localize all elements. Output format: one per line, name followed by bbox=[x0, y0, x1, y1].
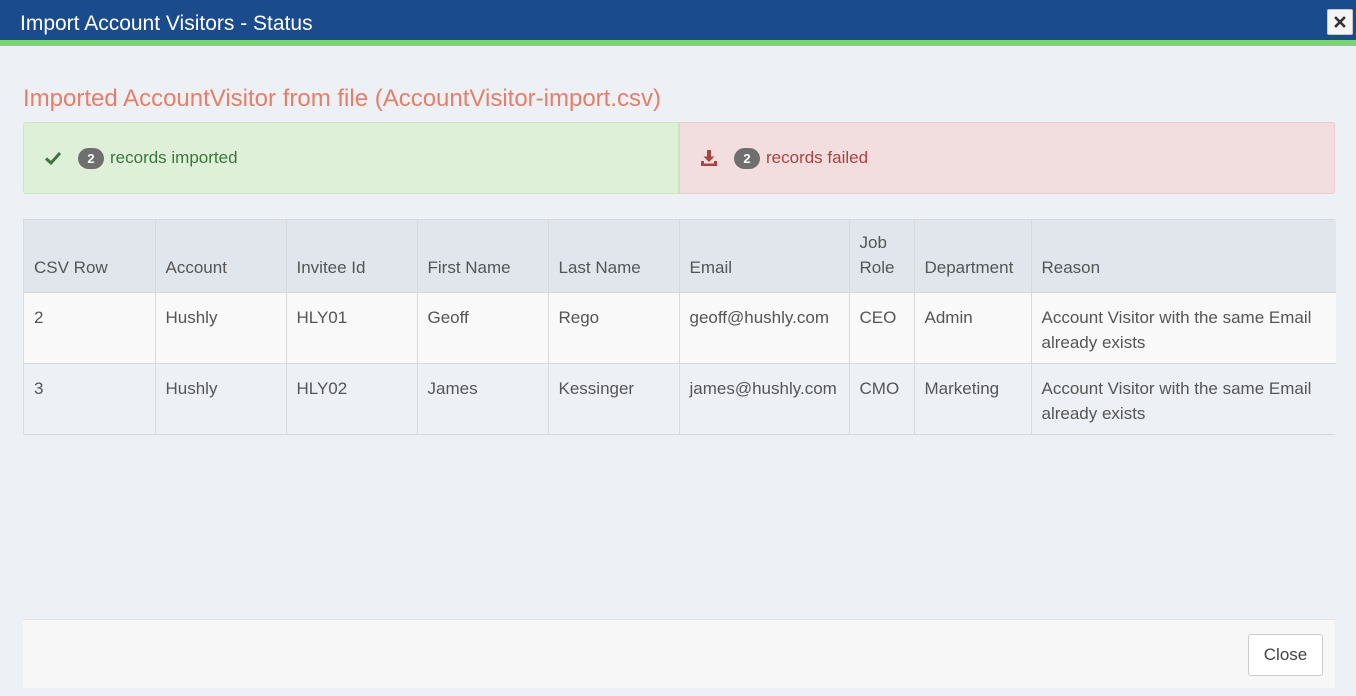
import-heading: Imported AccountVisitor from file (Accou… bbox=[23, 85, 661, 112]
table-cell: 2 bbox=[24, 292, 156, 364]
close-button[interactable]: Close bbox=[1248, 634, 1323, 676]
modal-titlebar: Import Account Visitors - Status bbox=[0, 0, 1356, 46]
table-cell: Hushly bbox=[155, 363, 287, 434]
table-cell: james@hushly.com bbox=[679, 363, 850, 434]
table-header-row: CSV Row Account Invitee Id First Name La… bbox=[24, 220, 1336, 293]
modal-title: Import Account Visitors - Status bbox=[20, 12, 313, 35]
column-header: Email bbox=[679, 220, 850, 293]
table-cell: geoff@hushly.com bbox=[679, 292, 850, 364]
table-cell: Marketing bbox=[914, 363, 1032, 434]
modal-footer: Close bbox=[23, 619, 1335, 688]
column-header: Job Role bbox=[849, 220, 915, 293]
column-header: Department bbox=[914, 220, 1032, 293]
imported-label: records imported bbox=[110, 148, 238, 167]
table-cell: 3 bbox=[24, 363, 156, 434]
failed-alert: 2 records failed bbox=[679, 122, 1335, 194]
table-cell: HLY01 bbox=[286, 292, 418, 364]
table-cell: Account Visitor with the same Email alre… bbox=[1031, 292, 1336, 364]
table-cell: Rego bbox=[548, 292, 680, 364]
table-row: 3 Hushly HLY02 James Kessinger james@hus… bbox=[24, 363, 1336, 434]
column-header: Account bbox=[155, 220, 287, 293]
success-alert: 2 records imported bbox=[23, 122, 679, 194]
failed-records-table: CSV Row Account Invitee Id First Name La… bbox=[23, 219, 1336, 435]
table-cell: HLY02 bbox=[286, 363, 418, 434]
table-cell: Kessinger bbox=[548, 363, 680, 434]
table-cell: CEO bbox=[849, 292, 915, 364]
failed-label: records failed bbox=[766, 148, 869, 167]
table-cell: Geoff bbox=[417, 292, 549, 364]
check-icon bbox=[44, 149, 62, 167]
close-icon bbox=[1334, 16, 1346, 28]
column-header: Reason bbox=[1031, 220, 1336, 293]
table-cell: James bbox=[417, 363, 549, 434]
table-cell: Account Visitor with the same Email alre… bbox=[1031, 363, 1336, 434]
close-modal-button[interactable] bbox=[1327, 9, 1353, 35]
imported-count-badge: 2 bbox=[78, 147, 104, 169]
table-cell: Hushly bbox=[155, 292, 287, 364]
column-header: Invitee Id bbox=[286, 220, 418, 293]
column-header: CSV Row bbox=[24, 220, 156, 293]
table-row: 2 Hushly HLY01 Geoff Rego geoff@hushly.c… bbox=[24, 292, 1336, 364]
column-header: First Name bbox=[417, 220, 549, 293]
failed-count-badge: 2 bbox=[734, 147, 760, 169]
table-cell: CMO bbox=[849, 363, 915, 434]
download-icon[interactable] bbox=[700, 149, 718, 167]
column-header: Last Name bbox=[548, 220, 680, 293]
table-cell: Admin bbox=[914, 292, 1032, 364]
